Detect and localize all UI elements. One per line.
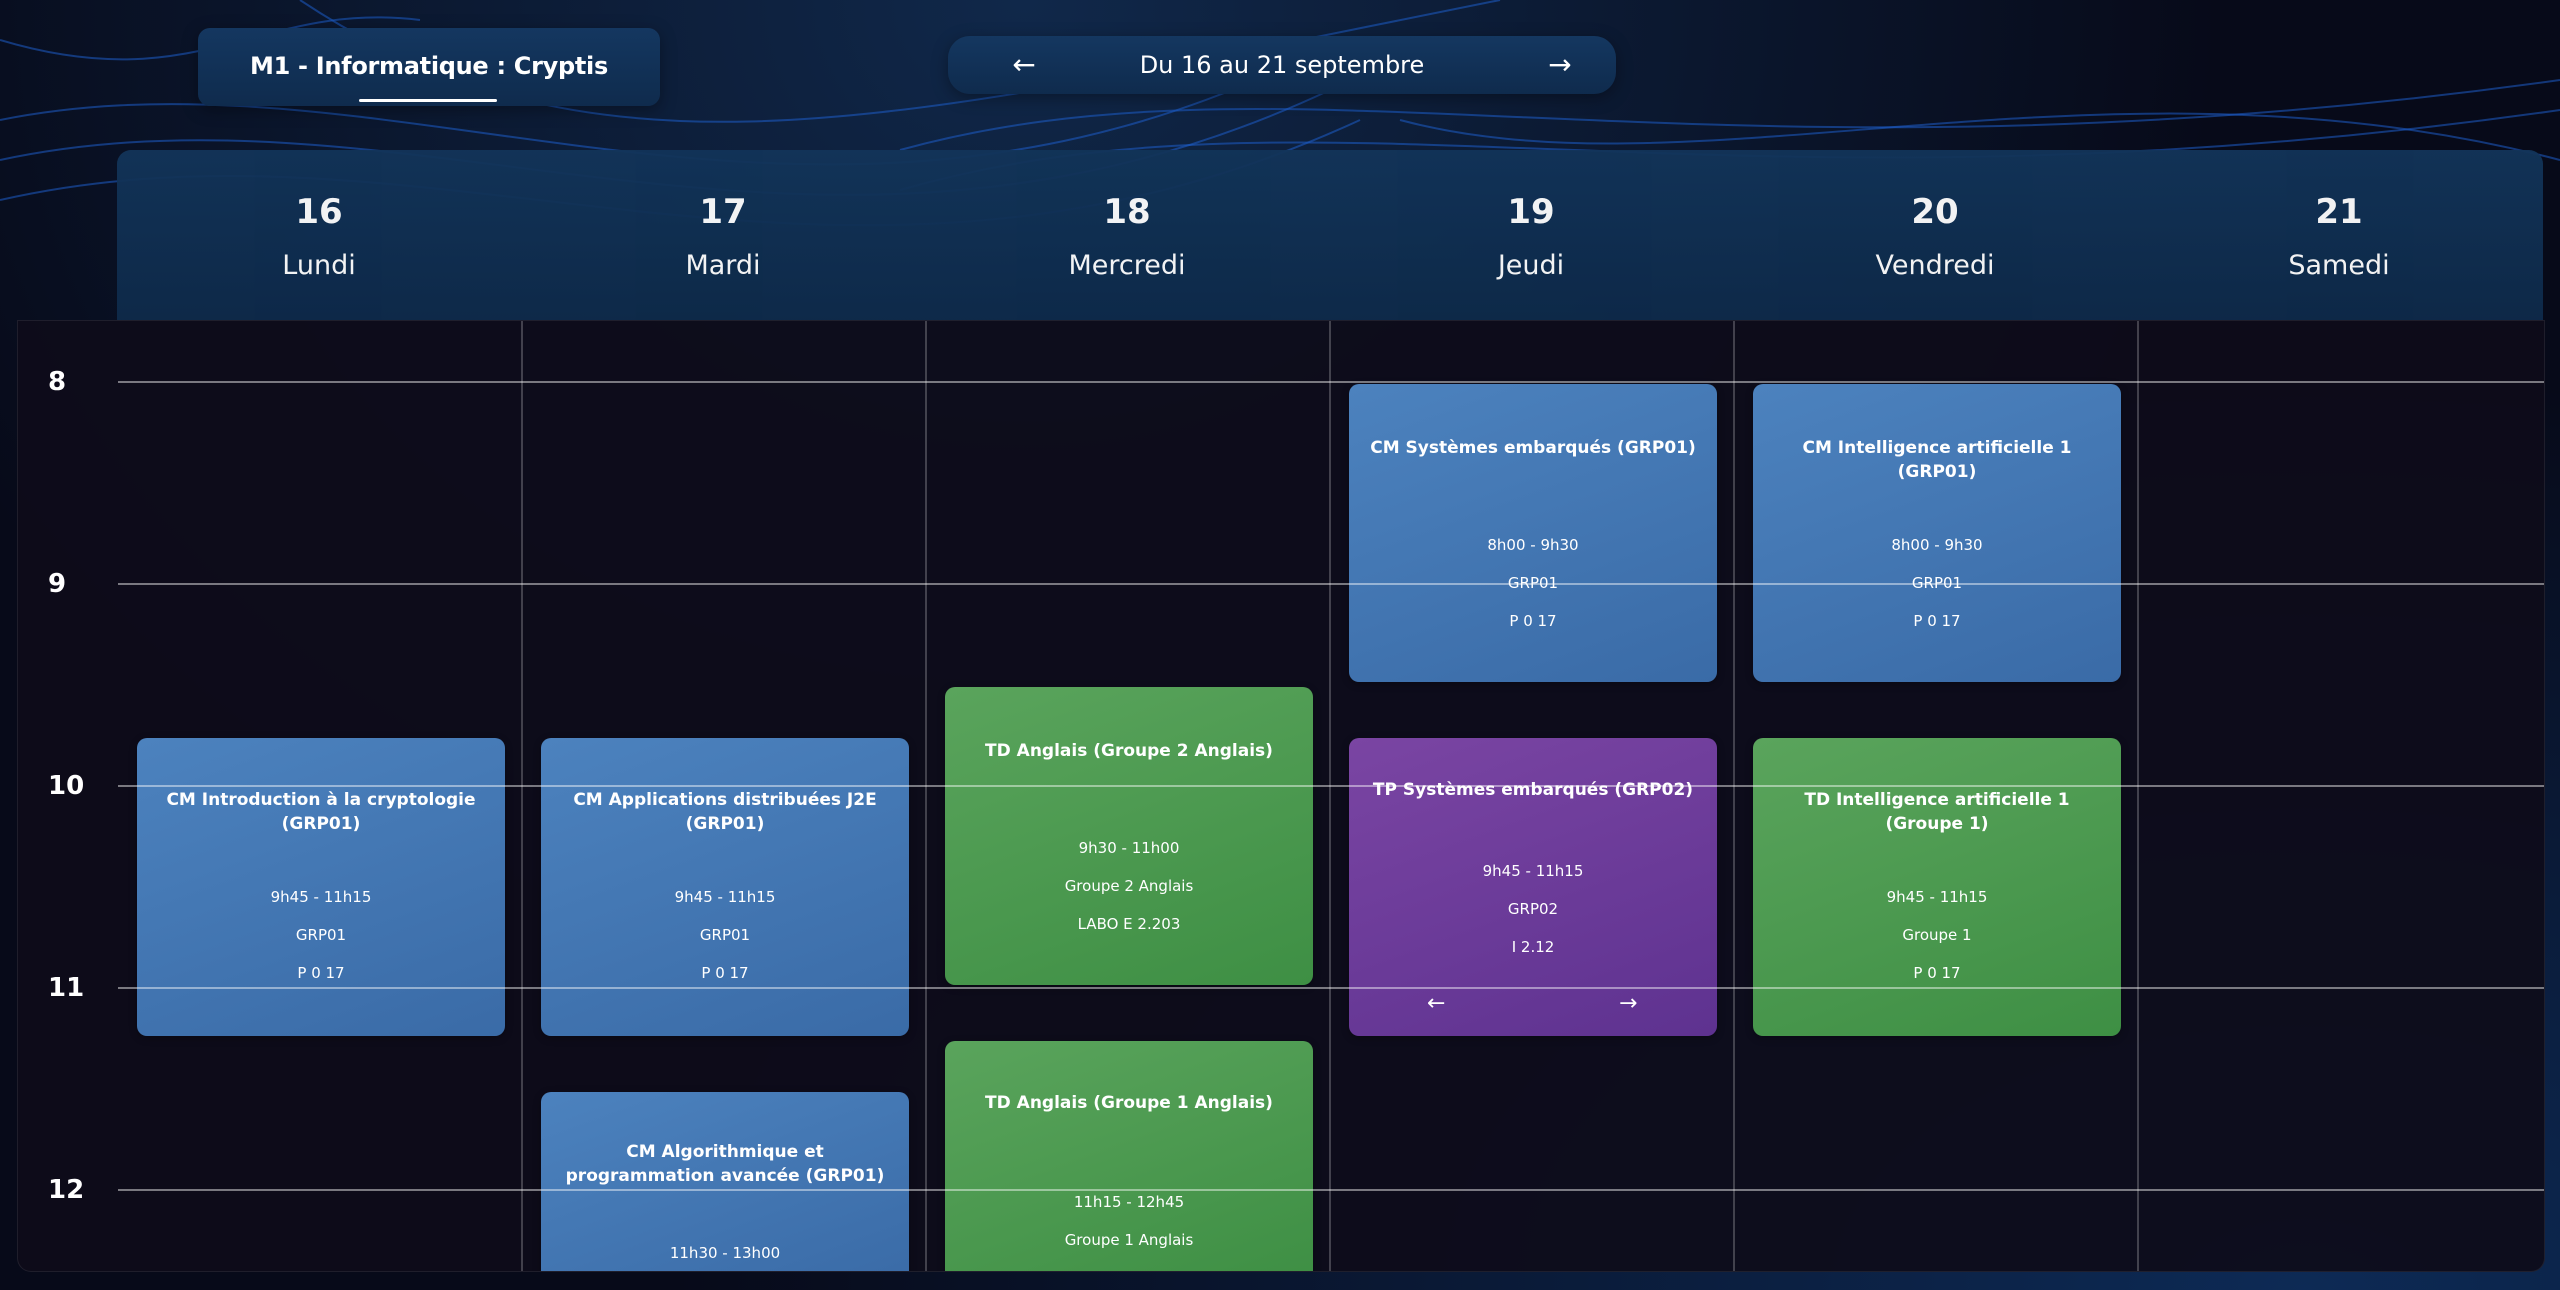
hour-gridline bbox=[118, 1189, 2544, 1191]
event-title: CM Systèmes embarqués (GRP01) bbox=[1370, 438, 1696, 458]
day-number: 21 bbox=[2315, 192, 2363, 232]
hour-label: 12 bbox=[48, 1175, 85, 1205]
day-name: Mardi bbox=[685, 250, 761, 281]
event-group: GRP01 bbox=[699, 926, 751, 944]
day-name: Jeudi bbox=[1497, 250, 1565, 281]
event-title: CM Introduction à la cryptologie (GRP01) bbox=[166, 790, 476, 834]
event-group: Groupe 2 Anglais bbox=[1064, 877, 1194, 895]
event-room: LABO E 2.203 bbox=[1077, 915, 1181, 933]
event-card[interactable]: TD Intelligence artificielle 1 (Groupe 1… bbox=[1753, 738, 2121, 1036]
event-group: GRP01 bbox=[295, 926, 347, 944]
event-group: Groupe 1 Anglais bbox=[1064, 1231, 1194, 1249]
event-card[interactable]: CM Intelligence artificielle 1 (GRP01) 8… bbox=[1753, 384, 2121, 682]
event-title: CM Intelligence artificielle 1 (GRP01) bbox=[1802, 438, 2072, 482]
event-card[interactable]: CM Systèmes embarqués (GRP01) 8h00 - 9h3… bbox=[1349, 384, 1717, 682]
day-number: 19 bbox=[1507, 192, 1555, 232]
day-header-mercredi: 18 Mercredi bbox=[925, 150, 1329, 320]
event-title: TP Systèmes embarqués (GRP02) bbox=[1372, 780, 1694, 800]
event-group: GRP02 bbox=[1507, 900, 1559, 918]
column-divider bbox=[521, 321, 523, 1271]
hour-gridline bbox=[118, 987, 2544, 989]
event-room: P 0 17 bbox=[701, 964, 749, 982]
hour-gridline bbox=[118, 583, 2544, 585]
event-room: P 0 17 bbox=[1913, 612, 1961, 630]
event-time: 9h45 - 11h15 bbox=[674, 888, 776, 906]
event-time: 9h45 - 11h15 bbox=[1482, 862, 1584, 880]
event-card[interactable]: TP Systèmes embarqués (GRP02) 9h45 - 11h… bbox=[1349, 738, 1717, 1036]
program-label: M1 - Informatique : Cryptis bbox=[250, 52, 608, 80]
arrow-left-icon[interactable]: ← bbox=[1427, 991, 1445, 1016]
day-number: 20 bbox=[1911, 192, 1959, 232]
event-time: 11h15 - 12h45 bbox=[1073, 1193, 1185, 1211]
event-card[interactable]: CM Algorithmique et programmation avancé… bbox=[541, 1092, 909, 1271]
event-time: 9h30 - 11h00 bbox=[1078, 839, 1180, 857]
arrow-right-icon[interactable]: → bbox=[1540, 45, 1580, 85]
hour-label: 9 bbox=[48, 569, 67, 599]
day-name: Vendredi bbox=[1875, 250, 1995, 281]
hour-label: 11 bbox=[48, 973, 85, 1003]
day-header-jeudi: 19 Jeudi bbox=[1329, 150, 1733, 320]
day-name: Samedi bbox=[2288, 250, 2390, 281]
event-room: P 0 17 bbox=[1509, 612, 1557, 630]
week-range-label: Du 16 au 21 septembre bbox=[1139, 51, 1425, 79]
event-time: 9h45 - 11h15 bbox=[270, 888, 372, 906]
event-room: I 2.12 bbox=[1511, 938, 1555, 956]
column-divider bbox=[2137, 321, 2139, 1271]
event-title: TD Anglais (Groupe 1 Anglais) bbox=[985, 1093, 1273, 1113]
calendar-grid: 8 9 10 11 12 CM Introduction à la crypto… bbox=[17, 320, 2545, 1272]
day-number: 16 bbox=[295, 192, 343, 232]
hour-label: 10 bbox=[48, 771, 85, 801]
column-divider bbox=[1329, 321, 1331, 1271]
day-header-vendredi: 20 Vendredi bbox=[1733, 150, 2137, 320]
event-card[interactable]: CM Applications distribuées J2E (GRP01) … bbox=[541, 738, 909, 1036]
day-header-row: 16 Lundi 17 Mardi 18 Mercredi 19 Jeudi 2… bbox=[117, 150, 2543, 320]
event-time: 9h45 - 11h15 bbox=[1886, 888, 1988, 906]
event-time: 11h30 - 13h00 bbox=[669, 1244, 781, 1262]
day-name: Lundi bbox=[282, 250, 356, 281]
event-title: CM Algorithmique et programmation avancé… bbox=[565, 1142, 885, 1186]
active-tab-underline bbox=[359, 99, 497, 102]
event-title: TD Intelligence artificielle 1 (Groupe 1… bbox=[1804, 790, 2070, 834]
program-tab[interactable]: M1 - Informatique : Cryptis bbox=[198, 28, 660, 106]
column-divider bbox=[925, 321, 927, 1271]
hour-label: 8 bbox=[48, 367, 67, 397]
event-time: 8h00 - 9h30 bbox=[1487, 536, 1579, 554]
event-title: TD Anglais (Groupe 2 Anglais) bbox=[985, 741, 1273, 761]
hour-gridline bbox=[118, 785, 2544, 787]
event-room: P 0 17 bbox=[297, 964, 345, 982]
event-title: CM Applications distribuées J2E (GRP01) bbox=[573, 790, 877, 834]
event-card[interactable]: CM Introduction à la cryptologie (GRP01)… bbox=[137, 738, 505, 1036]
event-card[interactable]: TD Anglais (Groupe 2 Anglais) 9h30 - 11h… bbox=[945, 687, 1313, 985]
event-group: Groupe 1 bbox=[1902, 926, 1972, 944]
hour-gridline bbox=[118, 381, 2544, 383]
day-header-mardi: 17 Mardi bbox=[521, 150, 925, 320]
event-time: 8h00 - 9h30 bbox=[1891, 536, 1983, 554]
arrow-right-icon[interactable]: → bbox=[1619, 991, 1637, 1016]
day-number: 18 bbox=[1103, 192, 1151, 232]
day-header-lundi: 16 Lundi bbox=[117, 150, 521, 320]
column-divider bbox=[1733, 321, 1735, 1271]
day-header-samedi: 21 Samedi bbox=[2137, 150, 2541, 320]
event-card[interactable]: TD Anglais (Groupe 1 Anglais) 11h15 - 12… bbox=[945, 1041, 1313, 1271]
week-navigation: ← Du 16 au 21 septembre → bbox=[948, 36, 1616, 94]
day-number: 17 bbox=[699, 192, 747, 232]
day-name: Mercredi bbox=[1068, 250, 1186, 281]
event-room: P 0 17 bbox=[1913, 964, 1961, 982]
